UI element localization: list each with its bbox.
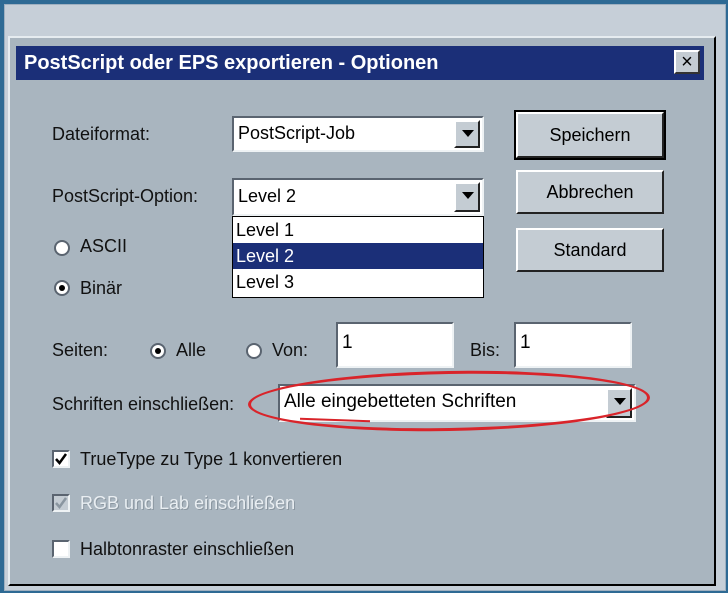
dateiformat-label: Dateiformat: (52, 124, 151, 144)
chevron-down-icon[interactable] (454, 120, 480, 148)
close-button[interactable]: × (674, 50, 700, 74)
halftone-checkbox[interactable] (52, 540, 70, 558)
rgb-lab-checkbox (52, 494, 70, 512)
checkmark-icon (55, 497, 68, 510)
dateiformat-select[interactable]: PostScript-Job (232, 116, 484, 152)
truetype-checkbox[interactable] (52, 450, 70, 468)
default-button[interactable]: Standard (516, 228, 664, 272)
pages-all-radio[interactable] (150, 343, 166, 359)
checkmark-icon (55, 453, 68, 466)
pages-all-label: Alle (176, 340, 207, 360)
pages-from-label: Von: (272, 340, 309, 360)
cancel-button[interactable]: Abbrechen (516, 170, 664, 214)
halftone-label: Halbtonraster einschließen (80, 539, 295, 559)
fonts-label: Schriften einschließen: (52, 394, 235, 414)
pages-to-input[interactable]: 1 (514, 322, 632, 368)
ps-option-select[interactable]: Level 2 (232, 178, 484, 216)
binary-radio[interactable] (54, 280, 70, 296)
pages-label: Seiten: (52, 340, 109, 360)
dropdown-option-level-3[interactable]: Level 3 (233, 269, 483, 295)
ps-option-dropdown-list: Level 1 Level 2 Level 3 (232, 216, 484, 298)
ascii-label: ASCII (80, 236, 128, 256)
truetype-label: TrueType zu Type 1 konvertieren (80, 449, 343, 469)
rgb-lab-label: RGB und Lab einschließen (80, 493, 296, 513)
binary-label: Binär (80, 278, 123, 298)
window-title: PostScript oder EPS exportieren - Option… (16, 46, 704, 80)
dateiformat-value: PostScript-Job (238, 123, 356, 143)
pages-from-input[interactable]: 1 (336, 322, 454, 368)
chevron-down-icon[interactable] (454, 182, 480, 212)
pages-from-radio[interactable] (246, 343, 262, 359)
ps-option-label: PostScript-Option: (52, 186, 199, 206)
pages-to-label: Bis: (470, 340, 501, 360)
dropdown-option-level-2[interactable]: Level 2 (233, 243, 483, 269)
ps-option-value: Level 2 (238, 186, 297, 206)
ascii-radio[interactable] (54, 240, 70, 256)
dropdown-option-level-1[interactable]: Level 1 (233, 217, 483, 243)
save-button[interactable]: Speichern (514, 110, 666, 160)
close-icon: × (681, 51, 693, 73)
